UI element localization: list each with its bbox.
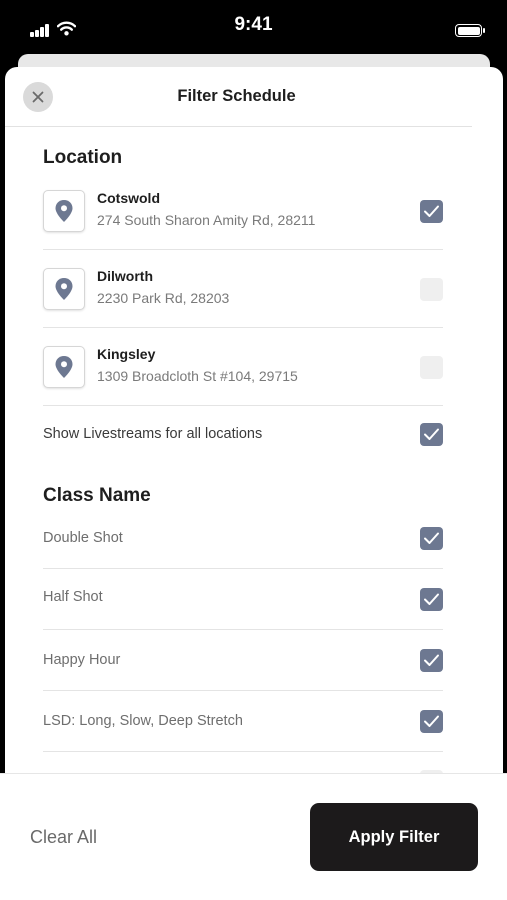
- checkmark-icon: [424, 654, 439, 666]
- checkmark-icon: [424, 205, 439, 217]
- location-checkbox-kingsley[interactable]: [420, 356, 443, 379]
- location-section-title: Location: [43, 147, 123, 168]
- status-time: 9:41: [234, 14, 273, 35]
- class-label-lsd: LSD: Long, Slow, Deep Stretch: [43, 713, 243, 729]
- row-divider: [43, 327, 443, 328]
- location-icon-box: [43, 268, 85, 310]
- row-divider: [43, 629, 443, 630]
- row-divider: [43, 405, 443, 406]
- location-row-cotswold[interactable]: Cotswold 274 South Sharon Amity Rd, 2821…: [43, 188, 443, 266]
- class-label-half-shot: Half Shot: [43, 589, 103, 605]
- livestream-checkbox[interactable]: [420, 423, 443, 446]
- location-icon-box: [43, 346, 85, 388]
- checkmark-icon: [424, 532, 439, 544]
- location-address: 2230 Park Rd, 28203: [97, 290, 230, 306]
- location-name: Cotswold: [97, 190, 160, 206]
- row-divider: [43, 568, 443, 569]
- page-title: Filter Schedule: [177, 87, 296, 105]
- sheet-header: Filter Schedule: [5, 67, 503, 127]
- location-checkbox-dilworth[interactable]: [420, 278, 443, 301]
- location-pin-icon: [55, 356, 73, 378]
- footer-bar: Clear All Apply Filter: [0, 773, 507, 900]
- class-checkbox-half-shot[interactable]: [420, 588, 443, 611]
- class-checkbox-happy-hour[interactable]: [420, 649, 443, 672]
- status-bar: 9:41: [0, 0, 507, 56]
- row-divider: [43, 690, 443, 691]
- location-pin-icon: [55, 200, 73, 222]
- row-divider: [43, 249, 443, 250]
- location-address: 1309 Broadcloth St #104, 29715: [97, 368, 298, 384]
- row-divider: [43, 751, 443, 752]
- class-label-double-shot: Double Shot: [43, 530, 123, 546]
- class-checkbox-double-shot[interactable]: [420, 527, 443, 550]
- location-pin-icon: [55, 278, 73, 300]
- location-address: 274 South Sharon Amity Rd, 28211: [97, 212, 316, 228]
- location-row-kingsley[interactable]: Kingsley 1309 Broadcloth St #104, 29715: [43, 344, 443, 422]
- location-checkbox-cotswold[interactable]: [420, 200, 443, 223]
- location-icon-box: [43, 190, 85, 232]
- location-name: Kingsley: [97, 346, 156, 362]
- clear-all-button[interactable]: Clear All: [30, 827, 97, 848]
- checkmark-icon: [424, 715, 439, 727]
- apply-filter-button[interactable]: Apply Filter: [310, 803, 478, 871]
- location-name: Dilworth: [97, 268, 153, 284]
- class-name-section-title: Class Name: [43, 485, 151, 506]
- livestream-label: Show Livestreams for all locations: [43, 426, 263, 442]
- header-divider: [5, 126, 472, 127]
- location-row-dilworth[interactable]: Dilworth 2230 Park Rd, 28203: [43, 266, 443, 344]
- checkmark-icon: [424, 593, 439, 605]
- class-label-happy-hour: Happy Hour: [43, 652, 121, 668]
- class-checkbox-lsd[interactable]: [420, 710, 443, 733]
- battery-icon: [455, 24, 485, 37]
- checkmark-icon: [424, 428, 439, 440]
